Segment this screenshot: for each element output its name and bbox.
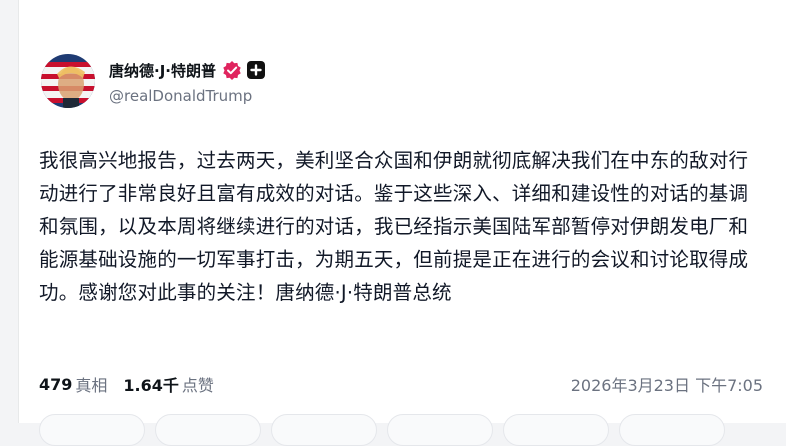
plus-square-icon[interactable] [246, 61, 265, 79]
likes-count[interactable]: 1.64千 [123, 372, 178, 396]
share-button[interactable] [387, 414, 493, 446]
action-bar [39, 414, 769, 446]
more-button[interactable] [503, 414, 609, 446]
post-timestamp: 2026年3月23日 下午7:05 [570, 376, 763, 395]
name-row: 唐纳德·J·特朗普 [109, 57, 265, 83]
retruths-label[interactable]: 真相 [75, 372, 107, 396]
post-card: 唐纳德·J·特朗普 @realDonaldTrump 我很高兴地报告，过去两天，… [18, 0, 786, 446]
avatar-image [41, 54, 95, 108]
avatar[interactable] [41, 54, 95, 108]
verified-badge-icon [222, 60, 242, 80]
retruths-count[interactable]: 479 [39, 375, 72, 394]
likes-label[interactable]: 点赞 [182, 372, 214, 396]
post-stats-row: 479 真相 1.64千 点赞 2026年3月23日 下午7:05 [39, 371, 763, 397]
author-names: 唐纳德·J·特朗普 @realDonaldTrump [109, 57, 265, 105]
bookmark-button[interactable] [619, 414, 725, 446]
author-handle[interactable]: @realDonaldTrump [109, 87, 265, 105]
post-header: 唐纳德·J·特朗普 @realDonaldTrump [41, 54, 265, 108]
author-display-name[interactable]: 唐纳德·J·特朗普 [109, 60, 216, 81]
like-button[interactable] [271, 414, 377, 446]
retruth-button[interactable] [155, 414, 261, 446]
post-body-text: 我很高兴地报告，过去两天，美利坚合众国和伊朗就彻底解决我们在中东的敌对行动进行了… [39, 149, 749, 304]
reply-button[interactable] [39, 414, 145, 446]
